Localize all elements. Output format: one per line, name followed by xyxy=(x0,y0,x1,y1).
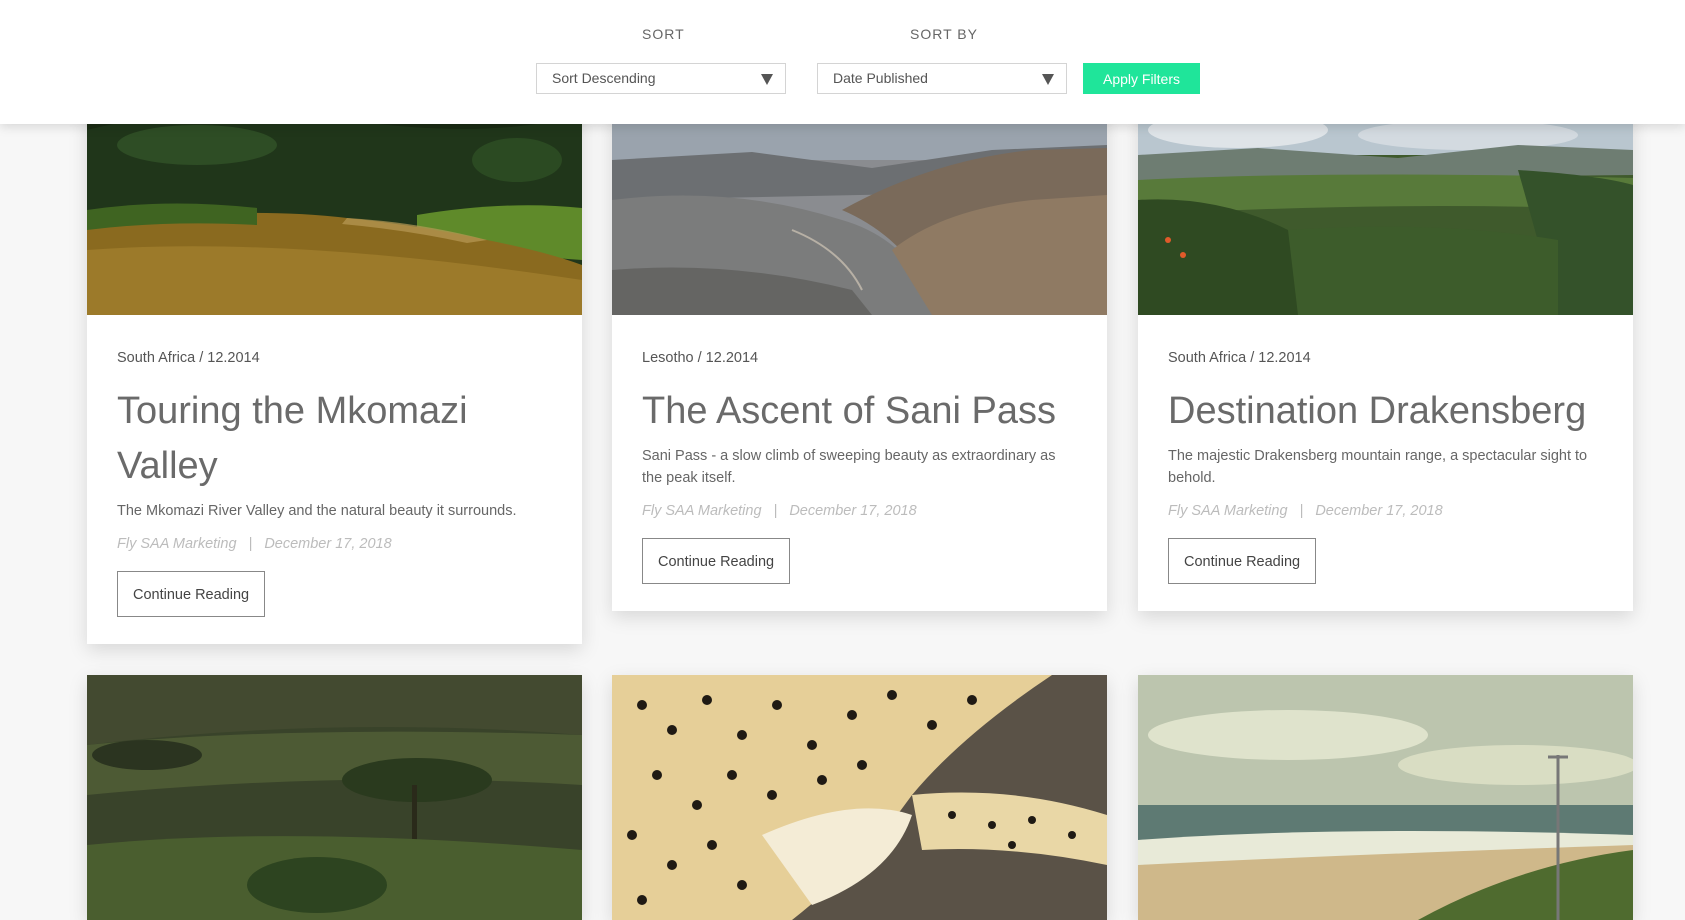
card-date: December 17, 2018 xyxy=(264,536,392,552)
byline-separator: | xyxy=(1299,503,1304,519)
card-excerpt: Sani Pass - a slow climb of sweeping bea… xyxy=(642,448,1056,486)
sort-order-value: Sort Descending xyxy=(552,70,656,86)
article-card xyxy=(87,675,582,920)
card-excerpt: The majestic Drakensberg mountain range,… xyxy=(1168,448,1588,486)
card-byline: Fly SAA Marketing | December 17, 2018 xyxy=(117,536,552,552)
sort-by-value: Date Published xyxy=(833,70,928,86)
continue-reading-button[interactable]: Continue Reading xyxy=(1168,538,1317,584)
dropdown-arrow-icon xyxy=(761,74,773,85)
card-location: South Africa / 12.2014 xyxy=(117,350,260,366)
sort-label: SORT xyxy=(642,26,685,42)
byline-separator: | xyxy=(773,503,778,519)
sort-by-select[interactable]: Date Published xyxy=(817,63,1067,94)
card-date: December 17, 2018 xyxy=(789,503,917,519)
savanna-photo[interactable] xyxy=(87,675,582,920)
byline-separator: | xyxy=(248,536,253,552)
continue-reading-button[interactable]: Continue Reading xyxy=(642,538,791,584)
card-date: December 17, 2018 xyxy=(1315,503,1443,519)
article-card xyxy=(612,675,1107,920)
card-author: Fly SAA Marketing xyxy=(117,536,237,552)
dropdown-arrow-icon xyxy=(1042,74,1054,85)
card-excerpt: The Mkomazi River Valley and the natural… xyxy=(117,503,517,519)
continue-reading-button[interactable]: Continue Reading xyxy=(117,571,266,617)
card-title[interactable]: The Ascent of Sani Pass xyxy=(642,384,1077,439)
card-author: Fly SAA Marketing xyxy=(1168,503,1288,519)
apply-filters-button[interactable]: Apply Filters xyxy=(1083,63,1200,94)
sort-order-select[interactable]: Sort Descending xyxy=(536,63,786,94)
card-location: Lesotho / 12.2014 xyxy=(642,350,759,366)
card-byline: Fly SAA Marketing | December 17, 2018 xyxy=(1168,503,1603,519)
article-card: South Africa / 12.2014 Destination Drake… xyxy=(1138,90,1633,611)
beach-photo[interactable] xyxy=(1138,675,1633,920)
article-card: Lesotho / 12.2014 The Ascent of Sani Pas… xyxy=(612,90,1107,611)
article-card xyxy=(1138,675,1633,920)
card-byline: Fly SAA Marketing | December 17, 2018 xyxy=(642,503,1077,519)
card-title[interactable]: Touring the Mkomazi Valley xyxy=(117,384,552,494)
cheetah-photo[interactable] xyxy=(612,675,1107,920)
card-body: South Africa / 12.2014 Destination Drake… xyxy=(1168,350,1603,584)
filter-bar: SORT SORT BY Sort Descending Date Publis… xyxy=(0,0,1685,124)
card-body: Lesotho / 12.2014 The Ascent of Sani Pas… xyxy=(642,350,1077,584)
card-body: South Africa / 12.2014 Touring the Mkoma… xyxy=(117,350,552,617)
card-title[interactable]: Destination Drakensberg xyxy=(1168,384,1603,439)
sort-by-label: SORT BY xyxy=(910,26,978,42)
card-location: South Africa / 12.2014 xyxy=(1168,350,1311,366)
article-card: South Africa / 12.2014 Touring the Mkoma… xyxy=(87,90,582,644)
card-author: Fly SAA Marketing xyxy=(642,503,762,519)
